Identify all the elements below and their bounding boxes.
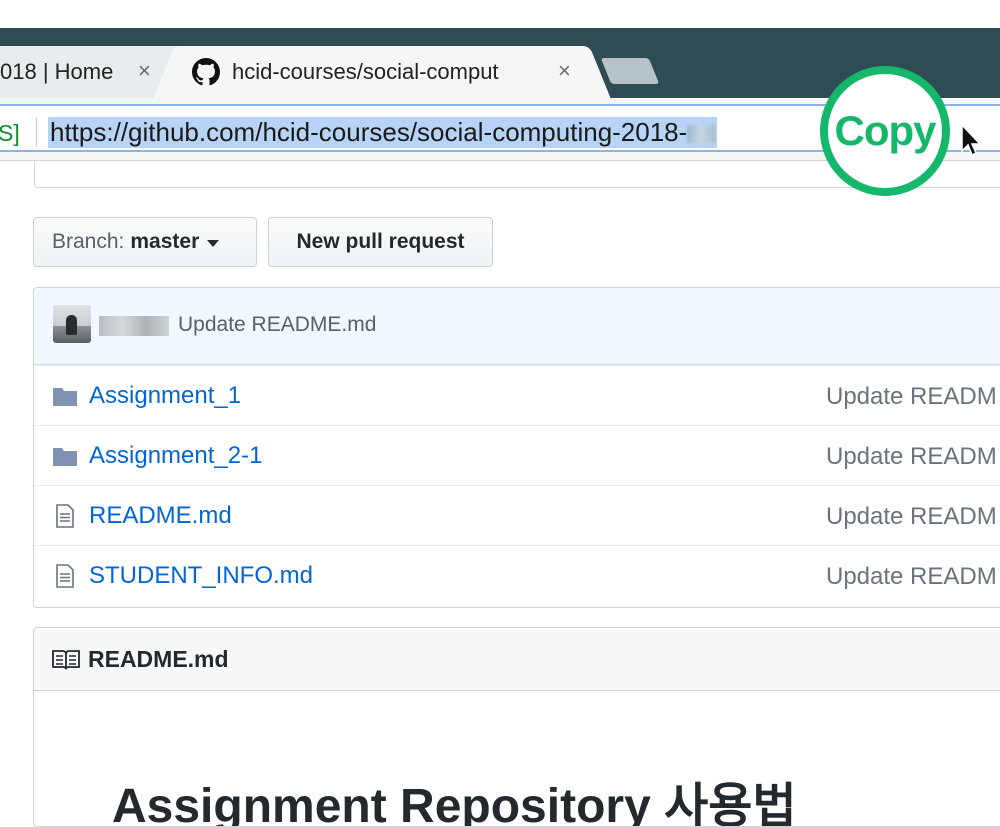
tab-home[interactable]: 018 | Home × xyxy=(0,46,172,98)
github-icon xyxy=(192,58,220,86)
folder-icon xyxy=(53,448,77,466)
file-row: README.md Update READM xyxy=(34,485,1000,545)
readme-panel: README.md Assignment Repository 사용법 xyxy=(33,627,1000,827)
tab-close-icon[interactable]: × xyxy=(558,58,571,84)
url-value: https://github.com/hcid-courses/social-c… xyxy=(50,117,688,147)
readme-title: README.md xyxy=(88,646,229,672)
new-pull-request-button[interactable]: New pull request xyxy=(268,217,493,267)
branch-prefix: Branch: xyxy=(52,230,125,253)
file-commit-message[interactable]: Update READM xyxy=(826,503,997,531)
avatar[interactable] xyxy=(53,305,91,343)
secure-indicator[interactable]: S] xyxy=(0,120,20,147)
file-name-link[interactable]: README.md xyxy=(89,502,232,530)
latest-commit-bar: Update README.md xyxy=(34,288,1000,365)
folder-icon xyxy=(53,388,77,406)
tab-github-repo[interactable]: hcid-courses/social-comput × xyxy=(176,46,586,98)
branch-name: master xyxy=(130,230,200,253)
file-name-link[interactable]: Assignment_1 xyxy=(89,382,241,410)
file-name-link[interactable]: Assignment_2-1 xyxy=(89,442,262,470)
readme-header: README.md xyxy=(34,628,1000,691)
file-name-link[interactable]: STUDENT_INFO.md xyxy=(89,562,313,590)
omnibox-divider xyxy=(36,118,37,146)
file-commit-message[interactable]: Update READM xyxy=(826,563,997,591)
mouse-cursor-icon xyxy=(961,124,982,157)
caret-down-icon xyxy=(207,239,220,247)
file-commit-message[interactable]: Update READM xyxy=(826,443,997,471)
url-text-selected[interactable]: https://github.com/hcid-courses/social-c… xyxy=(48,117,718,148)
latest-commit-message[interactable]: Update README.md xyxy=(178,313,376,337)
file-row: Assignment_1 Update READM xyxy=(34,365,1000,425)
readme-heading: Assignment Repository 사용법 xyxy=(112,780,797,827)
author-name-blurred xyxy=(99,316,169,336)
tab-title: hcid-courses/social-comput xyxy=(232,59,499,84)
file-icon xyxy=(56,564,74,588)
window-top xyxy=(0,0,1000,28)
tab-title: 018 | Home xyxy=(0,59,114,84)
copy-callout: Copy xyxy=(820,66,950,196)
new-tab-button[interactable] xyxy=(600,58,660,84)
url-blurred-part xyxy=(687,125,716,144)
copy-callout-label: Copy xyxy=(834,107,937,154)
file-commit-message[interactable]: Update READM xyxy=(826,383,997,411)
file-row: Assignment_2-1 Update READM xyxy=(34,425,1000,485)
file-row: STUDENT_INFO.md Update READM xyxy=(34,545,1000,605)
file-list: Update README.md Assignment_1 Update REA… xyxy=(33,287,1000,608)
branch-select-button[interactable]: Branch: master xyxy=(33,217,257,267)
tab-close-icon[interactable]: × xyxy=(138,58,151,84)
book-icon xyxy=(52,650,80,670)
file-icon xyxy=(56,504,74,528)
